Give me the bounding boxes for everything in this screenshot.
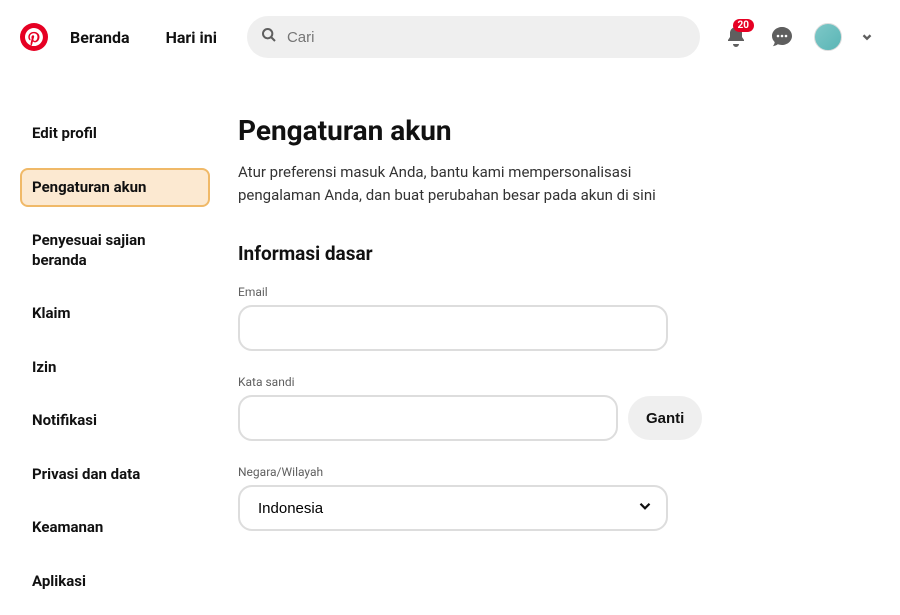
main-panel: Pengaturan akun Atur preferensi masuk An… <box>210 114 730 615</box>
sidebar-item-notifications[interactable]: Notifikasi <box>20 401 210 441</box>
sidebar-item-permissions[interactable]: Izin <box>20 348 210 388</box>
account-menu-toggle[interactable] <box>854 24 880 50</box>
search-container <box>247 16 700 58</box>
country-label: Negara/Wilayah <box>238 465 730 479</box>
page-subtitle: Atur preferensi masuk Anda, bantu kami m… <box>238 161 678 206</box>
chevron-down-icon <box>860 30 874 44</box>
password-label: Kata sandi <box>238 375 730 389</box>
notification-badge: 20 <box>733 19 754 32</box>
pinterest-logo[interactable] <box>20 23 48 51</box>
notifications-button[interactable]: 20 <box>716 17 756 57</box>
sidebar-item-home-feed-tuner[interactable]: Penyesuai sajian beranda <box>20 221 210 280</box>
search-icon <box>261 27 277 47</box>
search-input[interactable] <box>247 16 700 58</box>
sidebar-item-security[interactable]: Keamanan <box>20 508 210 548</box>
settings-sidebar: Edit profil Pengaturan akun Penyesuai sa… <box>20 114 210 615</box>
sidebar-item-account-settings[interactable]: Pengaturan akun <box>20 168 210 208</box>
page-title: Pengaturan akun <box>238 114 730 147</box>
chat-icon <box>770 25 794 49</box>
avatar <box>814 23 842 51</box>
sidebar-item-edit-profile[interactable]: Edit profil <box>20 114 210 154</box>
nav-home[interactable]: Beranda <box>56 18 144 57</box>
pinterest-icon <box>25 28 43 46</box>
change-password-button[interactable]: Ganti <box>628 396 702 440</box>
sidebar-item-claim[interactable]: Klaim <box>20 294 210 334</box>
country-field-row: Negara/Wilayah Indonesia <box>238 465 730 531</box>
password-field-row: Kata sandi Ganti <box>238 375 730 441</box>
sidebar-item-privacy-data[interactable]: Privasi dan data <box>20 455 210 495</box>
email-input[interactable] <box>238 305 668 351</box>
section-basic-info: Informasi dasar <box>238 242 730 265</box>
messages-button[interactable] <box>762 17 802 57</box>
email-field-row: Email <box>238 285 730 351</box>
country-select[interactable]: Indonesia <box>238 485 668 531</box>
nav-today[interactable]: Hari ini <box>152 18 231 57</box>
profile-button[interactable] <box>808 17 848 57</box>
password-input[interactable] <box>238 395 618 441</box>
email-label: Email <box>238 285 730 299</box>
sidebar-item-apps[interactable]: Aplikasi <box>20 562 210 602</box>
